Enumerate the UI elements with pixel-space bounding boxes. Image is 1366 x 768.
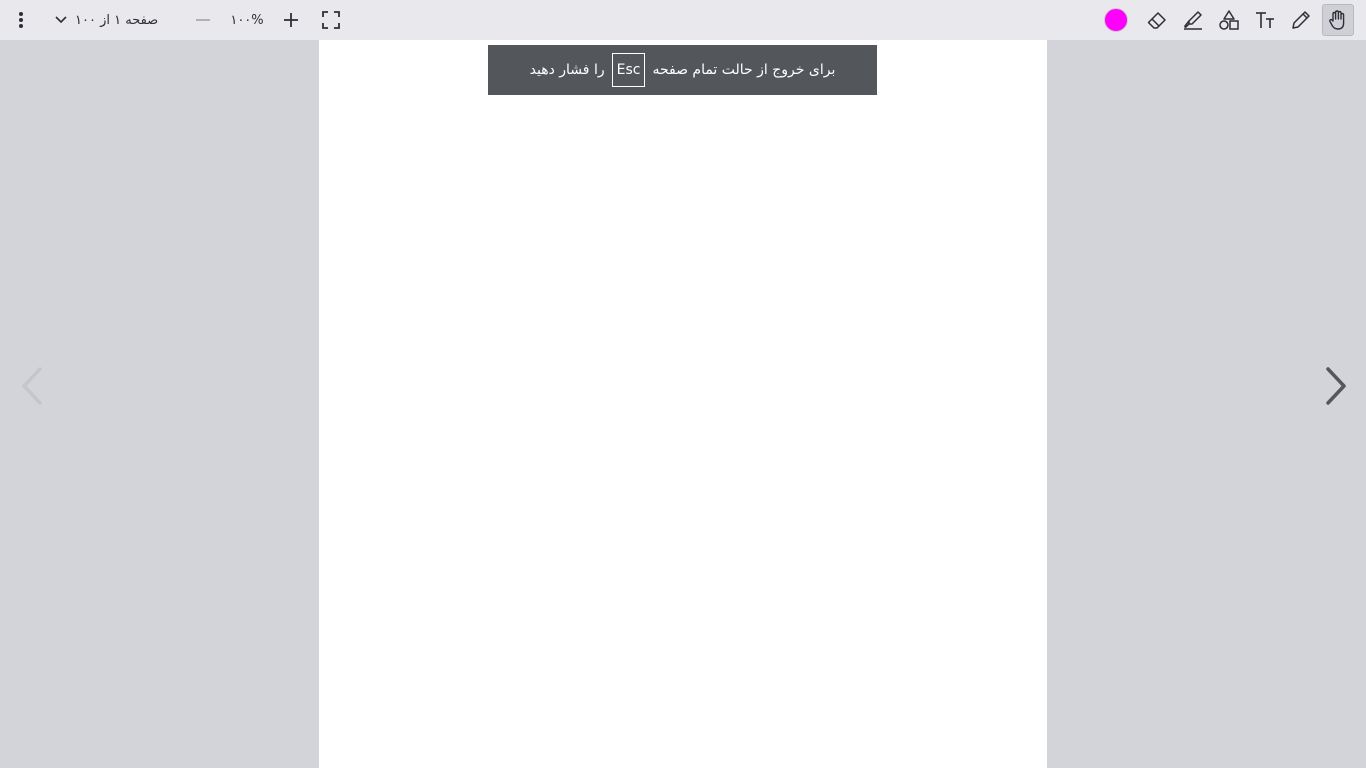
document-viewer[interactable]: برای خروج از حالت تمام صفحه Esc را فشار … [0, 40, 1366, 768]
page-selector[interactable]: صفحه ۱ از ۱۰۰ [55, 8, 167, 32]
text-size-icon [1256, 12, 1274, 28]
chevron-left-icon [22, 367, 42, 405]
previous-page-button[interactable] [16, 362, 48, 410]
eraser-tool-button[interactable] [1143, 6, 1171, 34]
hint-text-before: برای خروج از حالت تمام صفحه [652, 62, 836, 78]
color-picker-button[interactable] [1102, 6, 1130, 34]
zoom-out-button[interactable] [192, 8, 214, 32]
highlighter-icon [1184, 11, 1202, 30]
plus-icon [284, 13, 298, 27]
hand-tool-button[interactable] [1322, 4, 1354, 36]
zoom-in-button[interactable] [279, 8, 303, 32]
fullscreen-button[interactable] [319, 8, 343, 32]
pencil-icon [1292, 11, 1310, 29]
chevron-down-icon [55, 16, 67, 24]
document-page[interactable] [319, 40, 1047, 768]
hand-icon [1329, 10, 1345, 30]
highlighter-tool-button[interactable] [1179, 6, 1207, 34]
esc-key-badge: Esc [611, 53, 646, 87]
chevron-right-icon [1326, 367, 1346, 405]
minus-icon [196, 19, 210, 21]
fullscreen-icon [322, 11, 340, 29]
shapes-tool-button[interactable] [1215, 6, 1243, 34]
more-vertical-icon [19, 12, 23, 28]
eraser-icon [1147, 12, 1166, 29]
next-page-button[interactable] [1320, 362, 1352, 410]
zoom-level: ۱۰۰% [230, 12, 264, 28]
hint-text-after: را فشار دهید [529, 62, 605, 78]
top-toolbar: صفحه ۱ از ۱۰۰ ۱۰۰% [0, 0, 1366, 40]
page-indicator: صفحه ۱ از ۱۰۰ [75, 12, 159, 28]
pen-tool-button[interactable] [1287, 6, 1315, 34]
shapes-icon [1219, 10, 1239, 30]
fullscreen-exit-hint: برای خروج از حالت تمام صفحه Esc را فشار … [488, 45, 877, 95]
current-color-swatch [1104, 8, 1128, 32]
more-menu-button[interactable] [10, 8, 32, 32]
text-tool-button[interactable] [1251, 6, 1279, 34]
